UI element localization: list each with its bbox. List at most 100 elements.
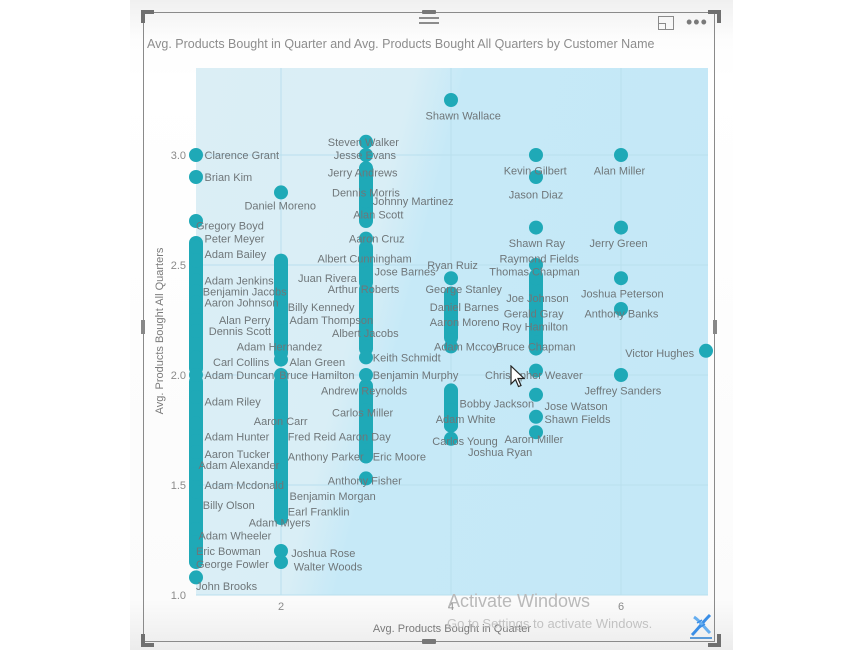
data-label: Victor Hughes [625, 348, 694, 360]
data-point[interactable] [189, 350, 203, 365]
data-point[interactable] [189, 390, 203, 404]
data-label: Anthony Fisher [328, 476, 402, 488]
data-point[interactable] [529, 409, 543, 424]
data-label: Earl Franklin [288, 506, 350, 518]
data-point[interactable] [274, 403, 288, 418]
scatter-chart: Clarence Grant Brian Kim Gregory Boyd Peter… [154, 68, 713, 635]
data-point[interactable] [444, 390, 458, 404]
data-label: Ryan Ruiz [427, 260, 478, 272]
data-point[interactable] [189, 324, 203, 338]
data-point[interactable] [529, 148, 543, 162]
data-label: Kevin Gilbert [504, 165, 567, 177]
data-label: Jerry Andrews [328, 168, 398, 180]
y-tick-label: 1.0 [171, 590, 186, 602]
data-point[interactable] [529, 220, 543, 235]
data-label: Adam Mcdonald [205, 480, 285, 492]
data-point[interactable] [359, 350, 373, 365]
data-label: Shawn Fields [545, 414, 612, 426]
data-label: Dennis Scott [209, 326, 271, 338]
data-label: Andrew Reynolds [321, 385, 408, 397]
data-label: Adam Wheeler [199, 531, 272, 543]
data-point[interactable] [189, 170, 203, 184]
data-label: George Stanley [426, 284, 503, 296]
data-label: Bobby Jackson [460, 399, 535, 411]
data-label: Billy Kennedy [288, 302, 355, 314]
y-tick-label: 1.5 [171, 480, 186, 492]
data-point[interactable] [274, 310, 288, 325]
x-tick-label: 6 [618, 601, 624, 613]
data-label: Fred Reid [288, 432, 336, 444]
data-label: Arthur Roberts [328, 284, 400, 296]
data-point[interactable] [614, 368, 628, 382]
mouse-pointer-icon [510, 364, 526, 389]
data-label: Albert Jacobs [332, 328, 399, 340]
data-label: Shawn Wallace [426, 110, 501, 122]
data-label: Brian Kim [205, 172, 253, 184]
data-label: Alan Miller [594, 165, 646, 177]
data-point[interactable] [274, 352, 288, 367]
data-label: Aaron Day [339, 432, 391, 444]
data-label: George Fowler [196, 559, 269, 571]
data-label: Adam Thompson [290, 315, 374, 327]
data-point[interactable] [189, 484, 203, 499]
data-label: Benjamin Morgan [290, 491, 376, 503]
data-point[interactable] [274, 555, 288, 569]
data-label: Anthony Banks [584, 308, 658, 320]
data-point[interactable] [189, 253, 203, 268]
data-label: Alan Green [290, 357, 346, 369]
data-label: Peter Meyer [205, 234, 265, 246]
data-point[interactable] [614, 148, 628, 162]
data-point[interactable] [614, 271, 628, 286]
data-label: Jerry Green [590, 238, 648, 250]
data-point[interactable] [274, 185, 288, 200]
data-label: Jeffrey Sanders [584, 385, 661, 397]
data-label: Adam White [436, 414, 496, 426]
data-label: Billy Olson [203, 500, 255, 512]
data-label: Walter Woods [294, 561, 363, 573]
data-label: Adam Hernandez [237, 341, 323, 353]
data-label: Aaron Carr [254, 416, 308, 428]
data-point[interactable] [189, 416, 203, 431]
data-point[interactable] [444, 271, 458, 286]
data-point[interactable] [274, 269, 288, 283]
data-labels: Clarence Grant Brian Kim Gregory Boyd Peter… [196, 110, 695, 593]
data-label: Johnny Martinez [373, 196, 454, 208]
data-label: Bruce Hamilton [279, 370, 354, 382]
data-label: Keith Schmidt [373, 352, 441, 364]
data-label: Adam Mccoy [434, 341, 498, 353]
data-point[interactable] [189, 445, 203, 459]
data-label: Thomas Chapman [489, 267, 580, 279]
data-point[interactable] [189, 148, 203, 162]
data-label: Daniel Barnes [430, 302, 500, 314]
data-label: Christopher Weaver [485, 370, 583, 382]
data-label: Raymond Fields [499, 253, 579, 265]
data-point[interactable] [189, 295, 203, 310]
y-axis-title: Avg. Products Bought All Quarters [154, 247, 166, 414]
data-label: Eric Bowman [196, 546, 261, 558]
data-point[interactable] [699, 343, 713, 358]
data-label: Jesse Evans [334, 150, 397, 162]
data-label: Gregory Boyd [196, 220, 264, 232]
data-label: Eric Moore [373, 451, 426, 463]
data-label: Jason Diaz [509, 190, 563, 202]
data-label: Albert Cunningham [318, 253, 412, 265]
data-point[interactable] [359, 266, 373, 281]
data-label: Joe Johnson [506, 293, 568, 305]
data-label: Alan Scott [353, 209, 403, 221]
data-label: Joshua Peterson [581, 289, 664, 301]
data-point[interactable] [189, 240, 203, 255]
data-label: Adam Myers [249, 517, 311, 529]
data-point[interactable] [359, 368, 373, 382]
data-label: Jose Watson [545, 401, 608, 413]
data-label: Joshua Ryan [468, 447, 532, 459]
data-label: Adam Duncan [205, 370, 275, 382]
data-point[interactable] [274, 440, 288, 455]
subscribe-dna-icon[interactable] [688, 611, 714, 641]
data-point[interactable] [274, 500, 288, 514]
data-label: Gerald Gray [504, 308, 564, 320]
data-label: Aaron Miller [505, 434, 564, 446]
data-point[interactable] [189, 368, 203, 382]
data-point[interactable] [614, 220, 628, 235]
data-point[interactable] [444, 93, 458, 107]
y-tick-label: 2.0 [171, 370, 186, 382]
